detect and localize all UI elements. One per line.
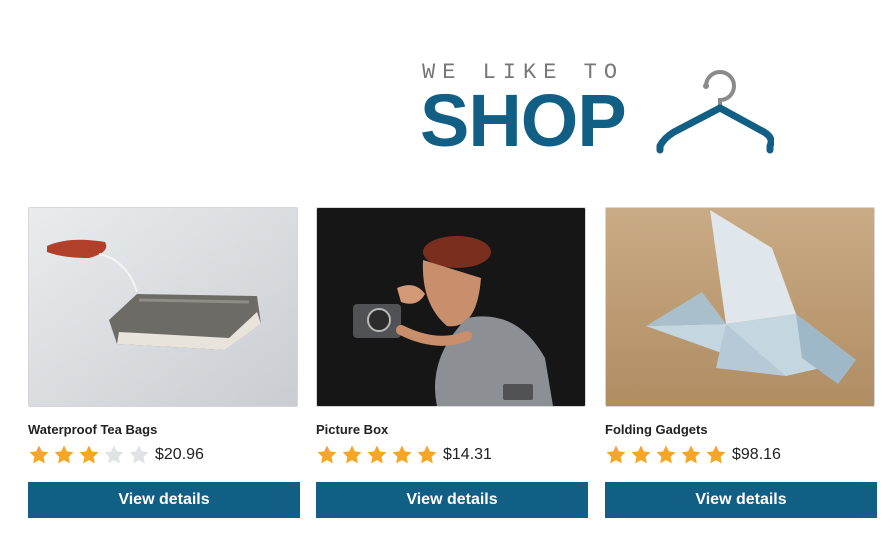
product-rating: $14.31	[316, 443, 492, 467]
product-image-origami-banknote[interactable]	[605, 207, 875, 407]
star-filled-icon	[605, 444, 627, 466]
product-image-tea-bag[interactable]	[28, 207, 298, 407]
star-filled-icon	[28, 444, 50, 466]
product-price: $98.16	[732, 446, 781, 463]
star-empty-icon	[103, 444, 125, 466]
star-filled-icon	[366, 444, 388, 466]
site-logo[interactable]: WE LIKE TO SHOP	[420, 60, 782, 162]
product-rating: $20.96	[28, 443, 204, 467]
product-name[interactable]: Folding Gadgets	[605, 422, 708, 437]
hanger-icon	[656, 70, 774, 154]
star-filled-icon	[53, 444, 75, 466]
view-details-button[interactable]: View details	[28, 482, 300, 518]
star-filled-icon	[341, 444, 363, 466]
star-filled-icon	[630, 444, 652, 466]
product-price: $14.31	[443, 446, 492, 463]
star-filled-icon	[655, 444, 677, 466]
product-rating: $98.16	[605, 443, 781, 467]
product-price: $20.96	[155, 446, 204, 463]
logo-wordmark: SHOP	[420, 79, 627, 162]
star-filled-icon	[416, 444, 438, 466]
star-filled-icon	[391, 444, 413, 466]
star-filled-icon	[316, 444, 338, 466]
product-name[interactable]: Waterproof Tea Bags	[28, 422, 157, 437]
star-filled-icon	[78, 444, 100, 466]
star-filled-icon	[705, 444, 727, 466]
view-details-button[interactable]: View details	[316, 482, 588, 518]
star-filled-icon	[680, 444, 702, 466]
product-image-photographer-figurine[interactable]	[316, 207, 586, 407]
star-empty-icon	[128, 444, 150, 466]
product-name[interactable]: Picture Box	[316, 422, 388, 437]
view-details-button[interactable]: View details	[605, 482, 877, 518]
